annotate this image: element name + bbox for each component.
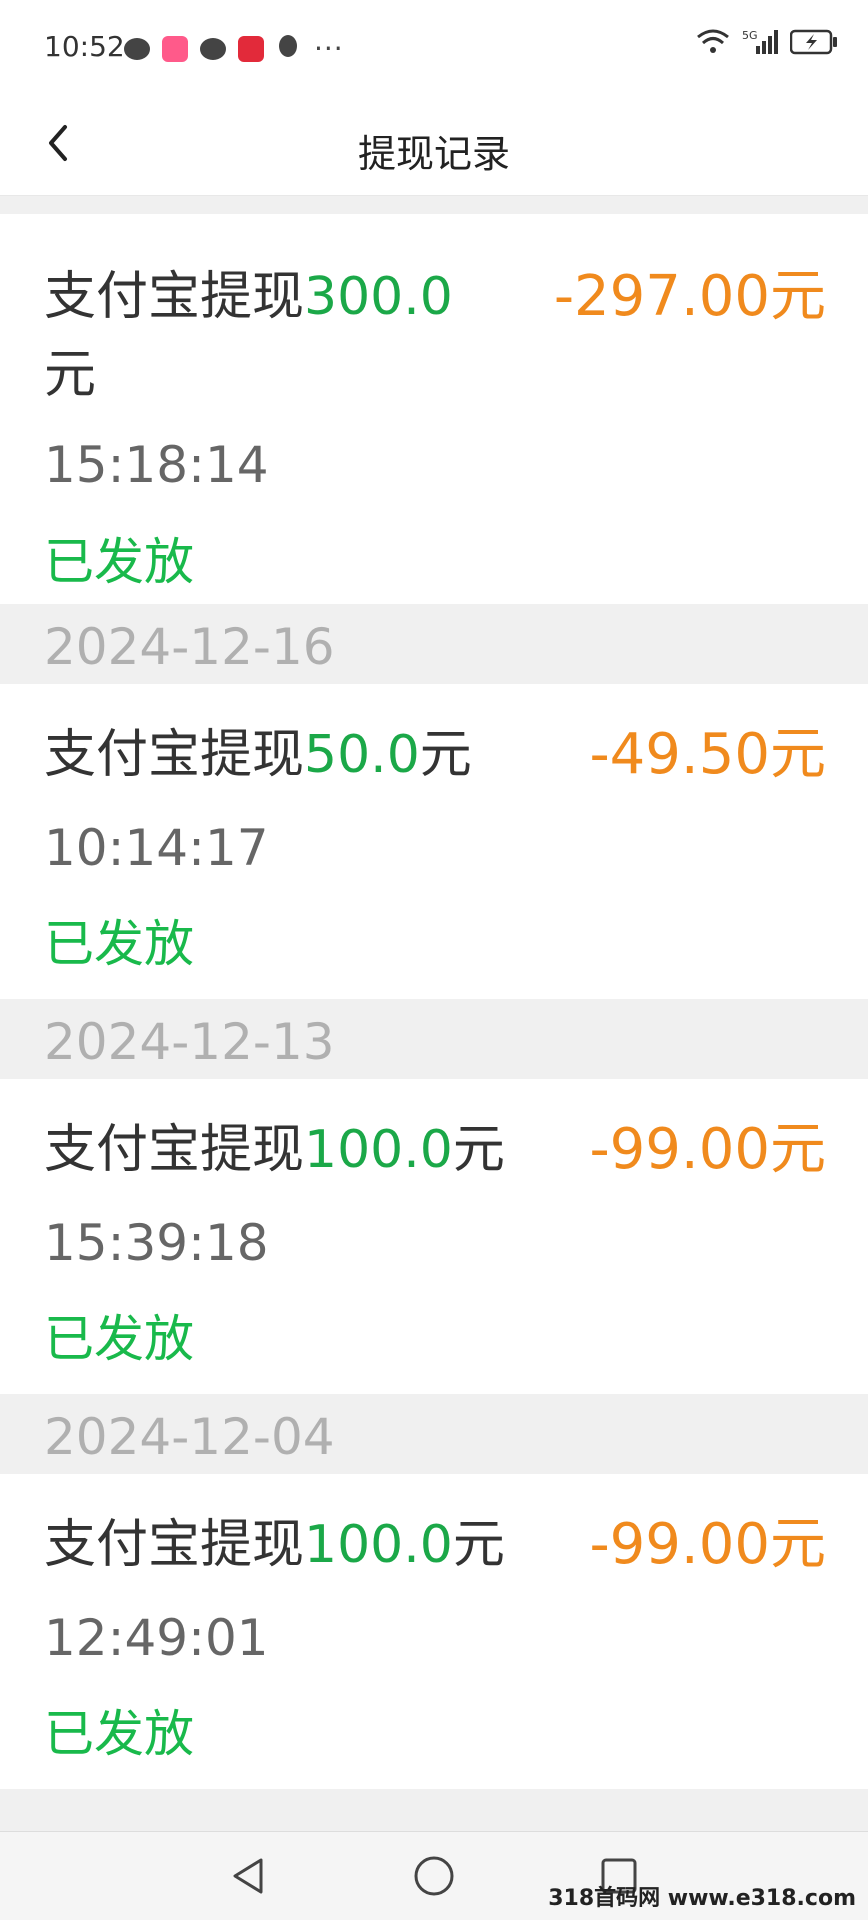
wechat-icon [200,37,226,60]
date-header: 2024-12-04 [0,1394,868,1474]
page-title: 提现记录 [357,132,510,176]
status-bar: 10:52 ··· 5G [0,0,868,95]
record-title: 支付宝提现100.0元 [44,1515,505,1575]
date-label: 2024-12-04 [44,1408,335,1466]
app-notification-icon [162,35,188,62]
nav-bar: 提现记录 [0,95,868,196]
watermark: 318首码网 www.e318.com [548,1886,856,1911]
record-title: 支付宝提现50.0元 [44,725,472,785]
withdrawal-record-list[interactable]: 支付宝提现300.0元 -297.00元 15:18:14 已发放 2024-1… [0,196,868,1832]
list-item[interactable]: 支付宝提现100.0元 -99.00元 15:39:18 已发放 [0,1079,868,1394]
record-amount-delta: -99.00元 [589,1512,826,1577]
status-right-icons: 5G [696,28,838,56]
status-notification-icons: ··· [124,32,344,65]
record-amount-delta: -99.00元 [589,1117,826,1182]
record-time: 12:49:01 [44,1609,269,1667]
record-status: 已发放 [44,1310,194,1368]
record-status: 已发放 [44,915,194,973]
more-icon: ··· [314,32,344,65]
record-amount-delta: -49.50元 [589,722,826,787]
record-time: 10:14:17 [44,819,269,877]
record-time: 15:39:18 [44,1214,269,1272]
date-label: 2024-12-13 [44,1013,335,1071]
record-title: 支付宝提现100.0元 [44,1120,505,1180]
wifi-icon [696,29,730,55]
triangle-back-icon [233,1858,263,1894]
circle-home-icon [414,1856,454,1896]
record-status: 已发放 [44,533,194,591]
date-header [0,1789,868,1832]
battery-icon [790,29,838,55]
status-time: 10:52 [44,30,125,63]
system-nav-bar: 318首码网 www.e318.com [0,1831,868,1920]
qq-icon [276,34,300,64]
network-label: 5G [742,29,758,42]
wechat-icon [124,37,150,60]
record-time: 15:18:14 [44,436,269,494]
date-header [0,196,868,214]
app-notification-icon [238,35,264,62]
home-nav-button[interactable] [410,1852,458,1900]
back-nav-button[interactable] [225,1852,273,1900]
record-title: 支付宝提现300.0元 [44,267,453,405]
list-item[interactable]: 支付宝提现100.0元 -99.00元 12:49:01 已发放 [0,1474,868,1789]
list-item[interactable]: 支付宝提现300.0元 -297.00元 15:18:14 已发放 [0,214,868,604]
signal-icon: 5G [742,28,778,56]
record-amount-delta: -297.00元 [553,264,826,329]
date-label: 2024-12-16 [44,618,335,676]
date-header: 2024-12-13 [0,999,868,1079]
record-status: 已发放 [44,1705,194,1763]
list-item[interactable]: 支付宝提现50.0元 -49.50元 10:14:17 已发放 [0,684,868,999]
date-header: 2024-12-16 [0,604,868,684]
